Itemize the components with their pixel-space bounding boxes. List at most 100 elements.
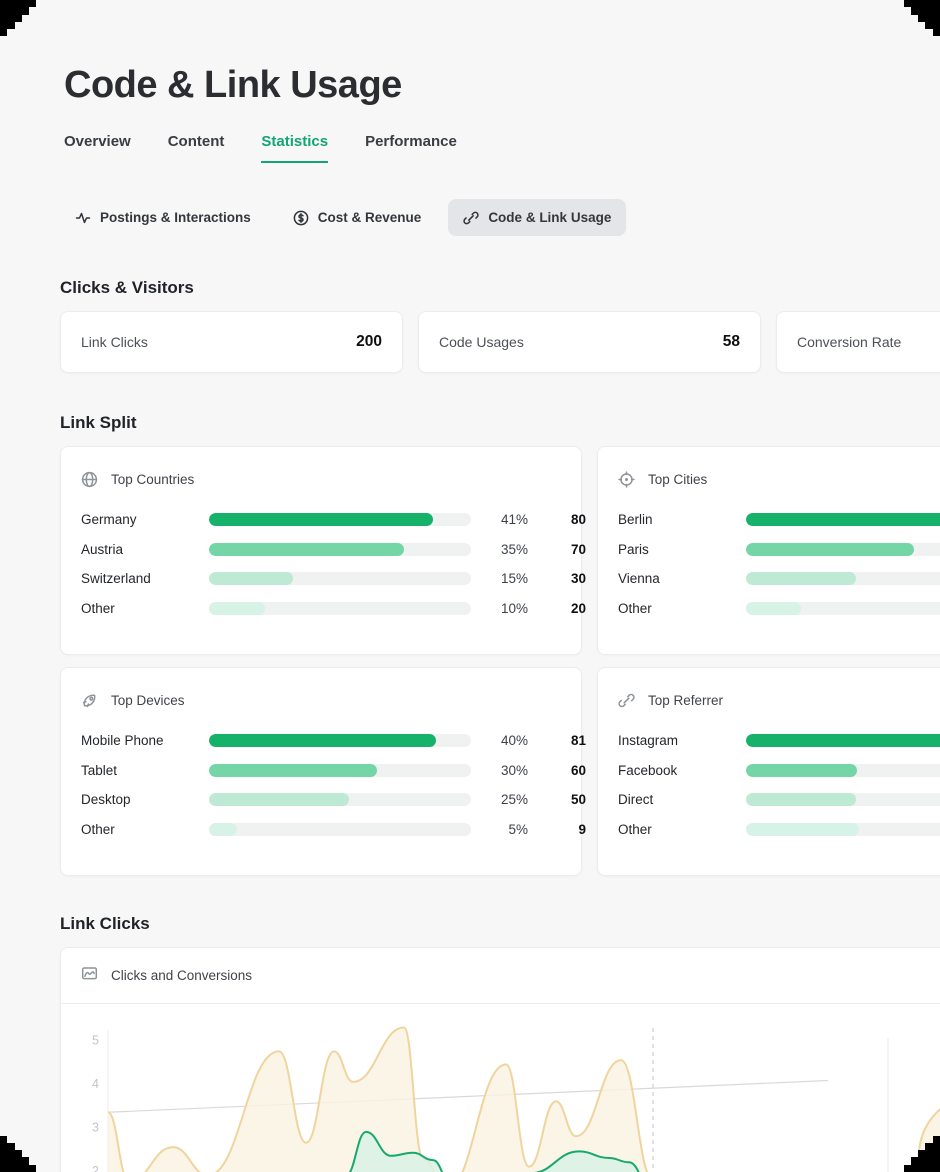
row-percent: 30% <box>471 763 528 778</box>
trend-line <box>108 1081 828 1113</box>
split-row-germany: Germany41%80 <box>81 512 561 527</box>
row-percent: 10% <box>471 601 528 616</box>
split-card-title: Top Cities <box>648 472 707 487</box>
bar-fill <box>746 823 859 836</box>
split-row-other: Other <box>618 601 940 616</box>
activity-icon <box>75 210 91 226</box>
row-label: Other <box>618 601 746 616</box>
subtab-postings-interactions[interactable]: Postings & Interactions <box>60 199 266 236</box>
stat-card-code-usages: Code Usages58 <box>418 311 761 373</box>
row-percent: 15% <box>471 571 528 586</box>
app-page: Code & Link Usage Overview Content Statist… <box>0 0 940 1172</box>
chart-card-header: Clicks and Conversions <box>61 948 940 1004</box>
row-label: Switzerland <box>81 571 209 586</box>
row-label: Other <box>81 822 209 837</box>
stat-value: 200 <box>356 333 382 351</box>
bar-track <box>209 572 471 585</box>
bar-track <box>209 543 471 556</box>
row-percent: 41% <box>471 512 528 527</box>
bar-track <box>746 823 940 836</box>
bar-fill <box>209 513 433 526</box>
split-row-paris: Paris <box>618 542 940 557</box>
tab-overview[interactable]: Overview <box>64 133 131 163</box>
bar-track <box>209 793 471 806</box>
row-label: Berlin <box>618 512 746 527</box>
globe-icon <box>81 471 98 488</box>
split-card-header: Top Cities <box>618 471 940 488</box>
stat-label: Conversion Rate <box>797 334 901 350</box>
row-label: Other <box>618 822 746 837</box>
bar-track <box>746 793 940 806</box>
bar-track <box>209 602 471 615</box>
stat-card-conversion-rate: Conversion Rate <box>776 311 940 373</box>
split-row-austria: Austria35%70 <box>81 542 561 557</box>
bar-track <box>746 764 940 777</box>
row-label: Desktop <box>81 792 209 807</box>
bar-fill <box>209 734 436 747</box>
bar-fill <box>209 572 293 585</box>
split-row-facebook: Facebook <box>618 763 940 778</box>
row-percent: 5% <box>471 822 528 837</box>
bar-fill <box>209 823 237 836</box>
stat-value: 58 <box>723 333 740 351</box>
subtab-label: Postings & Interactions <box>100 210 251 225</box>
statistics-subtab-bar: Postings & Interactions Cost & Revenue Cod… <box>60 199 940 236</box>
row-percent: 35% <box>471 542 528 557</box>
bar-fill <box>746 764 857 777</box>
split-card-rows: Instagram Facebook Direct Other <box>618 733 940 837</box>
split-row-vienna: Vienna <box>618 571 940 586</box>
bar-track <box>209 734 471 747</box>
row-percent: 25% <box>471 792 528 807</box>
stat-label: Link Clicks <box>81 334 148 350</box>
split-card-header: Top Countries <box>81 471 561 488</box>
subtab-cost-revenue[interactable]: Cost & Revenue <box>278 199 437 236</box>
y-tick-label: 2 <box>92 1164 99 1172</box>
row-label: Mobile Phone <box>81 733 209 748</box>
tab-content[interactable]: Content <box>168 133 225 163</box>
tab-performance[interactable]: Performance <box>365 133 457 163</box>
y-tick-label: 5 <box>92 1034 99 1048</box>
row-value: 9 <box>528 822 586 837</box>
bar-track <box>746 513 940 526</box>
row-label: Other <box>81 601 209 616</box>
split-row-other: Other10%20 <box>81 601 561 616</box>
tab-statistics[interactable]: Statistics <box>261 133 328 163</box>
row-label: Paris <box>618 542 746 557</box>
bar-fill <box>746 543 914 556</box>
row-label: Instagram <box>618 733 746 748</box>
row-percent: 40% <box>471 733 528 748</box>
main-tab-bar: Overview Content Statistics Performance <box>64 133 940 163</box>
bar-fill <box>209 793 349 806</box>
split-row-tablet: Tablet30%60 <box>81 763 561 778</box>
subtab-label: Cost & Revenue <box>318 210 422 225</box>
subtab-code-link-usage[interactable]: Code & Link Usage <box>448 199 626 236</box>
clicks-conversions-card: Clicks and Conversions 5432 <box>60 947 940 1172</box>
split-card-title: Top Devices <box>111 693 185 708</box>
section-heading-link-split: Link Split <box>60 413 940 433</box>
bar-fill <box>746 793 856 806</box>
clicks-conversions-plot: 5432 <box>61 1004 940 1172</box>
split-row-desktop: Desktop25%50 <box>81 792 561 807</box>
bar-track <box>209 823 471 836</box>
y-tick-label: 3 <box>92 1121 99 1135</box>
bar-track <box>746 734 940 747</box>
split-row-switzerland: Switzerland15%30 <box>81 571 561 586</box>
bar-track <box>209 513 471 526</box>
row-label: Direct <box>618 792 746 807</box>
split-row-instagram: Instagram <box>618 733 940 748</box>
split-row-berlin: Berlin <box>618 512 940 527</box>
chart-card-title: Clicks and Conversions <box>111 968 252 983</box>
dollar-icon <box>293 210 309 226</box>
row-value: 80 <box>528 512 586 527</box>
split-row-other: Other <box>618 822 940 837</box>
rocket-icon <box>81 692 98 709</box>
row-value: 70 <box>528 542 586 557</box>
bar-track <box>209 764 471 777</box>
stat-card-row: Link Clicks 200 Code Usages58 Conversion Ra… <box>60 311 940 373</box>
row-value: 60 <box>528 763 586 778</box>
bar-track <box>746 543 940 556</box>
target-icon <box>618 471 635 488</box>
row-value: 30 <box>528 571 586 586</box>
chart-icon <box>81 965 98 982</box>
bar-fill <box>746 734 940 747</box>
